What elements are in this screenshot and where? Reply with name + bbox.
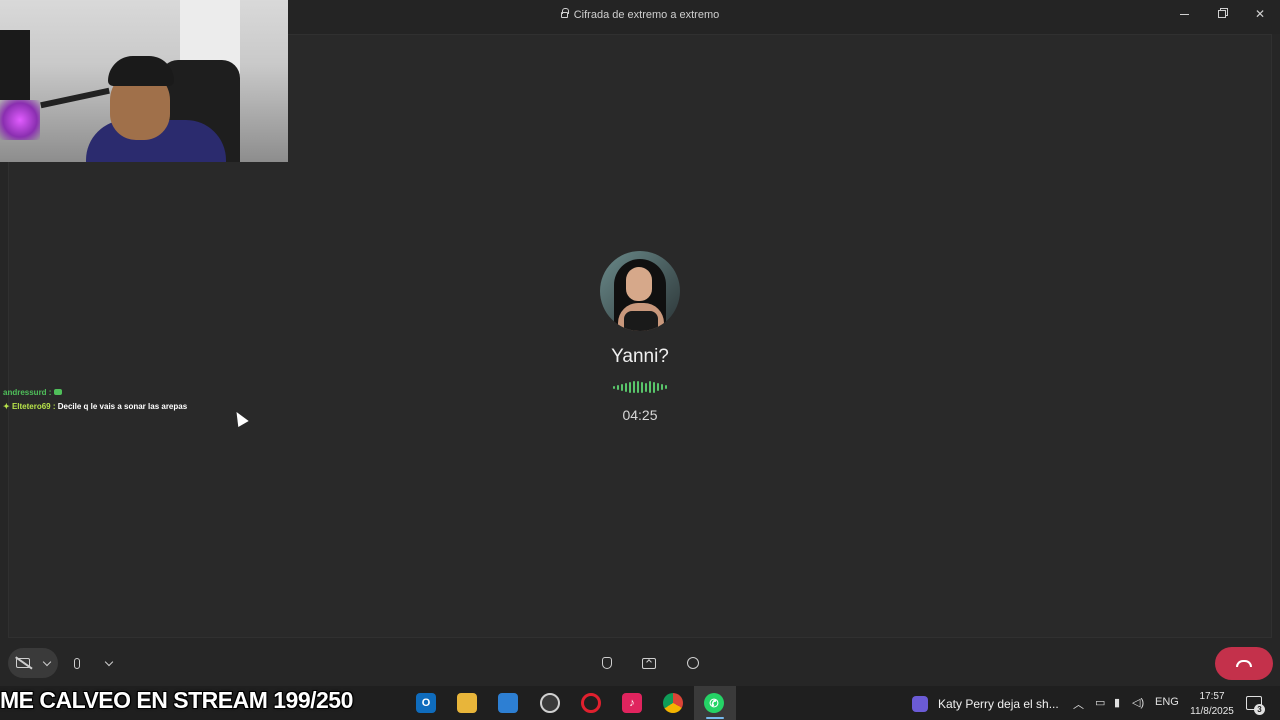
- media-title: Katy Perry deja el sh...: [938, 697, 1059, 711]
- outlook-icon[interactable]: O: [416, 693, 436, 713]
- contact-avatar: [600, 251, 680, 331]
- lock-icon: [560, 8, 569, 18]
- chat-username: andressurd :: [3, 388, 52, 397]
- add-people-icon: [687, 657, 699, 669]
- wave-bar: [629, 381, 631, 393]
- end-call-icon: [1236, 660, 1252, 667]
- clock-time: 17:57: [1199, 691, 1225, 702]
- minimize-button[interactable]: [1172, 6, 1196, 22]
- wave-bar: [621, 383, 623, 391]
- chrome-icon[interactable]: [663, 693, 683, 713]
- wave-bar: [649, 381, 651, 393]
- tray-overflow-icon[interactable]: ︿: [1073, 696, 1084, 712]
- chat-message: Decile q le vais a sonar las arepas: [57, 402, 188, 411]
- minimize-icon: [1179, 13, 1189, 15]
- language-indicator[interactable]: ENG: [1155, 696, 1179, 708]
- raise-hand-button[interactable]: [598, 654, 616, 672]
- active-app-indicator: [706, 717, 724, 719]
- camera-off-icon: [16, 658, 30, 668]
- wave-bar: [661, 384, 663, 390]
- encryption-label: Cifrada de extremo a extremo: [573, 9, 720, 21]
- camera-toggle-button[interactable]: [8, 648, 58, 678]
- taskbar-clock[interactable]: 17:57 11/8/2025: [1180, 689, 1244, 719]
- wave-bar: [625, 382, 627, 392]
- raise-hand-icon: [602, 657, 612, 669]
- stream-chat-overlay: andressurd : ✦ Eltetero69 : Decile q le …: [3, 386, 187, 414]
- microsoft-store-icon[interactable]: [498, 693, 518, 713]
- microphone-in-use-icon[interactable]: ▮: [1114, 696, 1120, 709]
- restore-icon: [1218, 10, 1226, 18]
- chat-line: andressurd :: [3, 386, 187, 400]
- streamer-webcam-overlay: [0, 0, 288, 162]
- mic-toggle-button[interactable]: [70, 648, 116, 678]
- add-people-button[interactable]: [684, 654, 702, 672]
- chat-username: Eltetero69 :: [11, 402, 56, 411]
- wave-bar: [653, 381, 655, 393]
- share-screen-icon: [642, 657, 656, 669]
- close-button[interactable]: ✕: [1248, 6, 1272, 22]
- wave-bar: [613, 385, 615, 389]
- media-widget[interactable]: Katy Perry deja el sh...: [912, 694, 1059, 714]
- call-duration: 04:25: [622, 407, 658, 423]
- badge-icon: ✦: [3, 402, 12, 411]
- wave-bar: [645, 382, 647, 392]
- volume-icon[interactable]: ◁): [1132, 696, 1144, 709]
- contact-name: Yanni?: [611, 346, 669, 367]
- share-screen-button[interactable]: [640, 654, 658, 672]
- stream-banner: ME CALVEO EN STREAM 199/250: [0, 687, 353, 713]
- wave-bar: [641, 381, 643, 393]
- audio-wave-indicator: [613, 380, 667, 394]
- whatsapp-call-window: Cifrada de extremo a extremo ✕ andressur…: [0, 0, 1280, 720]
- notification-count-badge: 3: [1254, 704, 1265, 715]
- chevron-down-icon[interactable]: [104, 657, 114, 666]
- app-red-icon[interactable]: [540, 693, 560, 713]
- restore-button[interactable]: [1210, 6, 1234, 22]
- wave-bar: [665, 385, 667, 389]
- file-explorer-icon[interactable]: [457, 693, 477, 713]
- whatsapp-icon[interactable]: ✆: [704, 693, 724, 713]
- microphone-icon: [74, 657, 80, 669]
- emote-icon: [54, 389, 63, 395]
- end-call-button[interactable]: [1215, 647, 1273, 680]
- camera-in-use-icon[interactable]: ▭: [1095, 696, 1105, 709]
- wave-bar: [617, 384, 619, 390]
- opera-icon[interactable]: [581, 693, 601, 713]
- wave-bar: [633, 381, 635, 393]
- close-icon: ✕: [1254, 7, 1266, 21]
- chevron-down-icon[interactable]: [42, 657, 52, 666]
- wave-bar: [637, 381, 639, 393]
- media-app-icon: [912, 696, 928, 712]
- wave-bar: [657, 383, 659, 391]
- chat-line: ✦ Eltetero69 : Decile q le vais a sonar …: [3, 400, 187, 414]
- tiktok-icon[interactable]: ♪: [622, 693, 642, 713]
- clock-date: 11/8/2025: [1190, 706, 1234, 717]
